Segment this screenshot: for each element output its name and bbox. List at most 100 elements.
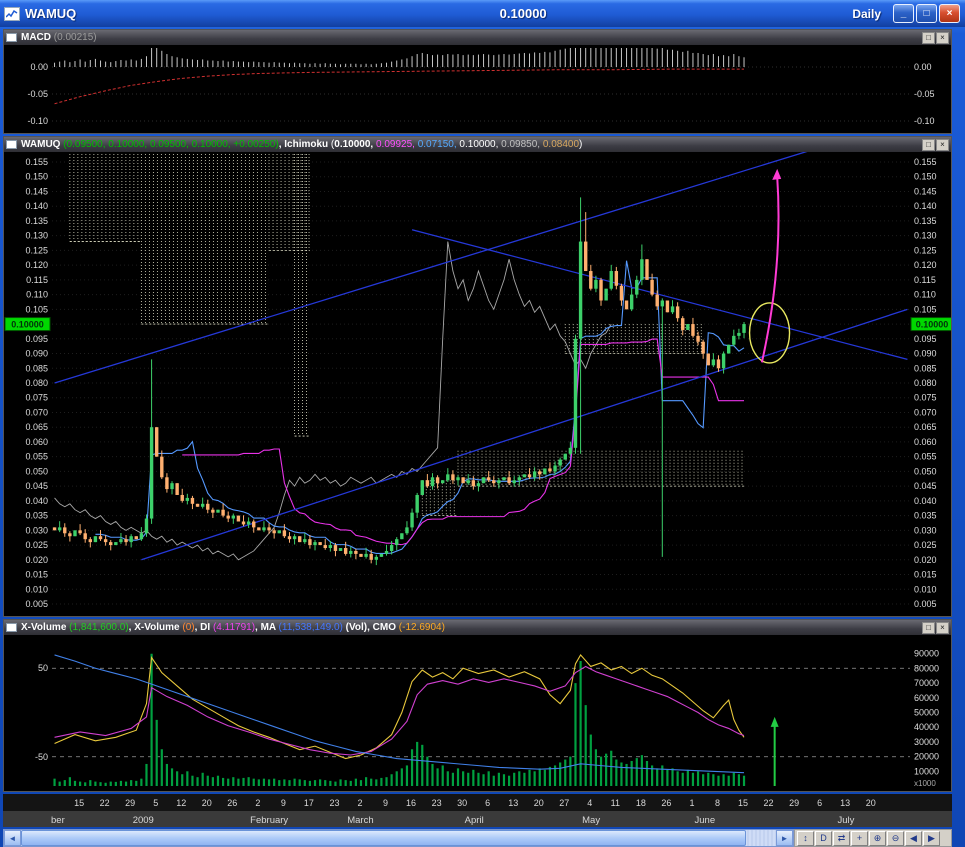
scrollbar-thumb[interactable]: [21, 830, 746, 846]
month-label: June: [695, 815, 716, 826]
price-axis-label: 0.060: [25, 437, 48, 447]
step-right-button[interactable]: ▶: [923, 830, 940, 846]
title-segment: MACD: [21, 32, 54, 43]
price-axis-label: 0.050: [25, 466, 48, 476]
minimize-button[interactable]: _: [893, 4, 914, 23]
volume-close-button[interactable]: ×: [936, 621, 949, 634]
price-axis-label: 0.085: [914, 363, 937, 373]
volume-panel-titlebar[interactable]: X-Volume (1,841,600.0), X-Volume (0), DI…: [4, 620, 951, 635]
price-axis-label: 0.125: [25, 245, 48, 255]
macd-close-button[interactable]: ×: [936, 31, 949, 44]
crosshair-button[interactable]: +: [851, 830, 868, 846]
scroll-right-button[interactable]: ►: [776, 830, 793, 846]
week-label: 2: [255, 798, 260, 808]
titlebar-right: Daily _ □ ×: [852, 4, 960, 23]
zoom-out-button[interactable]: ⊖: [887, 830, 904, 846]
price-axis-label: 0.120: [25, 260, 48, 270]
week-label: 26: [661, 798, 671, 808]
step-left-button[interactable]: ◀: [905, 830, 922, 846]
volume-annotation-arrow-head: [770, 716, 779, 727]
price-axis-label: 0.070: [914, 407, 937, 417]
title-segment: 0.09850,: [501, 139, 543, 150]
window-title: WAMUQ: [25, 6, 77, 21]
volume-axis-label: 80000: [914, 663, 939, 673]
window-titlebar[interactable]: WAMUQ 0.10000 Daily _ □ ×: [0, 0, 965, 27]
volume-axis-label: 40000: [914, 722, 939, 732]
price-axis-label: 0.140: [914, 201, 937, 211]
annotation-arrow-head: [772, 168, 782, 180]
pan-vertical-button[interactable]: ↕: [797, 830, 814, 846]
week-label: 30: [457, 798, 467, 808]
price-axis-label: 0.020: [914, 555, 937, 565]
price-axis-label: 0.115: [26, 275, 48, 285]
price-minimize-button[interactable]: □: [922, 138, 935, 151]
volume-panel: X-Volume (1,841,600.0), X-Volume (0), DI…: [3, 619, 952, 792]
price-close-button[interactable]: ×: [936, 138, 949, 151]
macd-axis-label: -0.10: [27, 116, 48, 126]
price-panel-controls: □ ×: [922, 138, 949, 151]
price-axis-label: 0.055: [25, 452, 48, 462]
month-label: July: [838, 815, 855, 826]
week-label: 23: [432, 798, 442, 808]
price-axis-label: 0.060: [914, 437, 937, 447]
volume-bars: [53, 653, 746, 786]
price-chart[interactable]: 0.155 0.155 0.150 0.150 0.145 0.145 0.140 0.140…: [4, 152, 951, 616]
price-panel-titlebar[interactable]: WAMUQ (0.09500, 0.10000, 0.09500, 0.1000…: [4, 137, 951, 152]
oscillator-axis-label: 50: [38, 663, 48, 673]
volume-chart[interactable]: 50 -50 90000 80000 70000 60000 50000 40000 30000…: [4, 635, 951, 791]
price-axis-label: 0.125: [914, 245, 937, 255]
trendline: [141, 308, 908, 561]
week-label: 11: [611, 798, 620, 808]
price-axis-label: 0.030: [25, 525, 48, 535]
week-label: 9: [281, 798, 286, 808]
tenkan-line: [95, 260, 745, 555]
macd-panel: MACD (0.00215) □ × 0.00 0.00 -0.05 -0.05 -0.…: [3, 29, 952, 134]
chikou-line: [54, 241, 612, 561]
macd-panel-titlebar[interactable]: MACD (0.00215) □ ×: [4, 30, 951, 45]
app-icon: [4, 6, 20, 21]
oscillator-axis-label: -50: [35, 752, 48, 762]
titlebar-interval: Daily: [852, 6, 881, 21]
month-label: 2009: [133, 815, 154, 826]
interval-daily-button[interactable]: D: [815, 830, 832, 846]
title-segment: 0.07150,: [417, 139, 460, 150]
week-label: 1: [689, 798, 694, 808]
week-label: 29: [125, 798, 135, 808]
macd-chart[interactable]: 0.00 0.00 -0.05 -0.05 -0.10 -0.10: [4, 45, 951, 133]
week-label: 6: [485, 798, 490, 808]
price-axis-label: 0.120: [914, 260, 937, 270]
title-segment: (0): [182, 622, 195, 633]
volume-chart-svg: 50 -50 90000 80000 70000 60000 50000 40000 30000…: [35, 649, 939, 788]
pan-horizontal-button[interactable]: ⇄: [833, 830, 850, 846]
ichimoku-cloud: [69, 154, 745, 517]
price-axis-label: 0.065: [25, 422, 48, 432]
di-line: [54, 665, 745, 756]
horizontal-scrollbar[interactable]: ◄ ►: [3, 829, 794, 847]
week-label: 15: [738, 798, 748, 808]
svg-text:0.10000: 0.10000: [916, 320, 949, 330]
price-axis-label: 0.045: [914, 481, 937, 491]
title-segment: (0.00215): [53, 32, 97, 43]
scroll-left-button[interactable]: ◄: [4, 830, 21, 846]
app-window: WAMUQ 0.10000 Daily _ □ × MACD (0.00215)…: [0, 0, 965, 847]
week-label: 2: [357, 798, 362, 808]
price-axis-label: 0.095: [25, 334, 48, 344]
month-label: March: [347, 815, 373, 826]
title-segment: WAMUQ: [21, 139, 64, 150]
macd-minimize-button[interactable]: □: [922, 31, 935, 44]
price-axis-label: 0.075: [914, 393, 937, 403]
volume-minimize-button[interactable]: □: [922, 621, 935, 634]
price-axis-label: 0.090: [25, 349, 48, 359]
close-button[interactable]: ×: [939, 4, 960, 23]
month-label: May: [582, 815, 600, 826]
price-axis-label: 0.105: [25, 304, 48, 314]
week-label: 18: [636, 798, 646, 808]
macd-axis-label: 0.00: [30, 62, 48, 72]
scrollbar-track[interactable]: [21, 830, 776, 846]
restore-button[interactable]: □: [916, 4, 937, 23]
week-label: 15: [74, 798, 84, 808]
zoom-in-button[interactable]: ⊕: [869, 830, 886, 846]
price-axis-label: 0.080: [25, 378, 48, 388]
price-axis-label: 0.070: [25, 407, 48, 417]
price-axis-label: 0.145: [25, 186, 48, 196]
